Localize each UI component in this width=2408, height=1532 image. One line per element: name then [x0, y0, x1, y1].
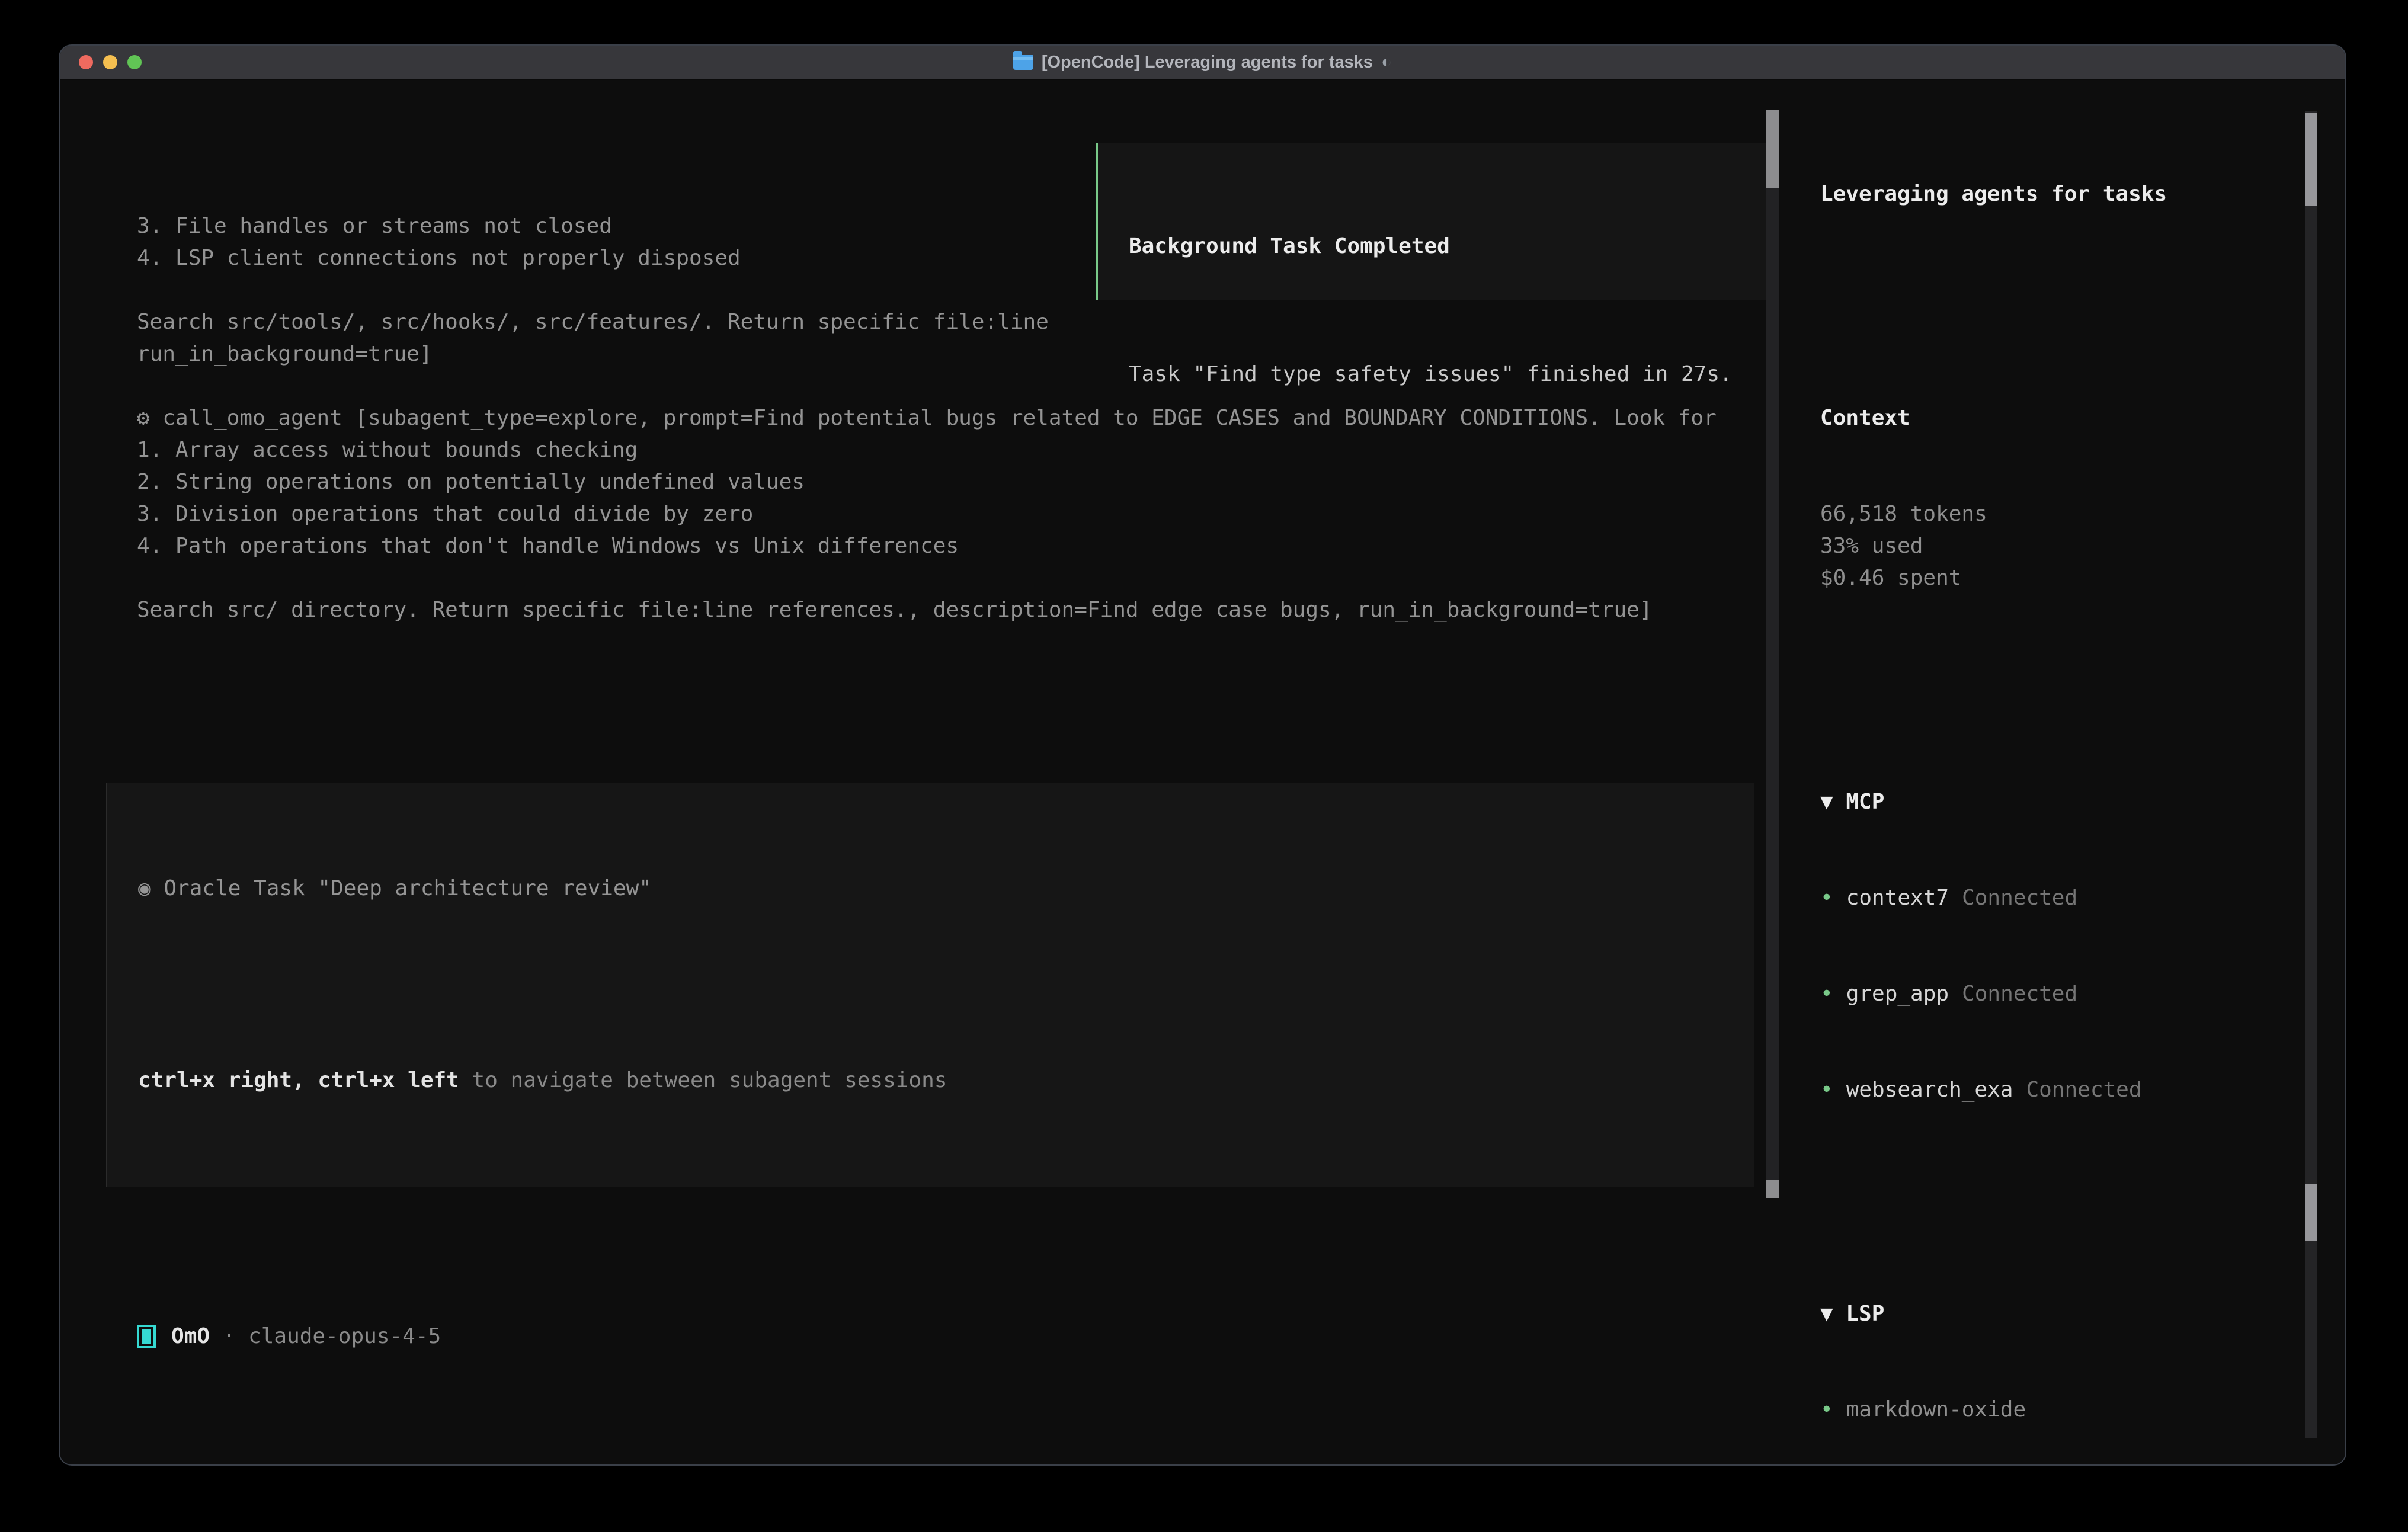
lsp-section-heading[interactable]: ▼ LSP: [1820, 1298, 2304, 1330]
toast-notification[interactable]: Background Task Completed Task "Find typ…: [1096, 143, 1779, 300]
mcp-section-heading[interactable]: ▼ MCP: [1820, 786, 2304, 818]
agent-model: claude-opus-4-5: [248, 1321, 441, 1352]
terminal-window: [OpenCode] Leveraging agents for tasks ◐…: [59, 44, 2346, 1466]
sidebar-scrollbar-thumb-lower[interactable]: [2305, 1184, 2317, 1241]
status-dot-icon: •: [1820, 982, 1833, 1006]
traffic-lights: [79, 46, 142, 79]
mcp-item: •context7Connected: [1820, 882, 2304, 914]
session-sidebar: Leveraging agents for tasks Context 66,5…: [1820, 81, 2304, 1466]
status-dot-icon: •: [1820, 886, 1833, 910]
oracle-task-box: ◉ Oracle Task "Deep architecture review"…: [106, 783, 1754, 1187]
status-dot-icon: •: [1820, 1398, 1833, 1422]
main-scrollbar-cap[interactable]: [1766, 1180, 1779, 1198]
context-heading: Context: [1820, 402, 2304, 434]
sidebar-scrollbar-thumb[interactable]: [2305, 113, 2317, 206]
session-title: Leveraging agents for tasks: [1820, 178, 2304, 210]
mcp-item: •grep_appConnected: [1820, 978, 2304, 1010]
status-dot-icon: •: [1820, 1078, 1833, 1102]
minimize-button[interactable]: [103, 55, 117, 69]
sidebar-scrollbar[interactable]: [2305, 111, 2317, 1438]
oracle-task-hint: ctrl+x right, ctrl+x left to navigate be…: [138, 1065, 1754, 1097]
oracle-task-title: ◉ Oracle Task "Deep architecture review": [138, 873, 1754, 905]
toast-body: Task "Find type safety issues" finished …: [1129, 358, 1776, 390]
window-titlebar[interactable]: [OpenCode] Leveraging agents for tasks ◐: [60, 46, 2345, 80]
window-title-text: [OpenCode] Leveraging agents for tasks: [1042, 53, 1373, 72]
agent-session-header[interactable]: OmO · claude-opus-4-5: [106, 1321, 1785, 1352]
agent-separator: ·: [210, 1321, 248, 1352]
fullscreen-button[interactable]: [127, 55, 142, 69]
main-scrollbar-thumb[interactable]: [1766, 110, 1779, 188]
toast-title: Background Task Completed: [1129, 230, 1776, 262]
spacer: [138, 969, 1754, 1001]
context-stats: 66,518 tokens33% used$0.46 spent: [1820, 498, 2304, 594]
moon-icon: ◐: [1381, 52, 1392, 72]
keybinding-text: ctrl+x right, ctrl+x left: [138, 1068, 459, 1092]
close-button[interactable]: [79, 55, 93, 69]
agent-name: OmO: [171, 1321, 210, 1352]
folder-icon: [1013, 55, 1033, 70]
agent-square-icon: [137, 1325, 156, 1348]
main-scrollbar[interactable]: [1766, 110, 1779, 1198]
lsp-item: •markdown-oxide: [1820, 1394, 2304, 1426]
mcp-item: •websearch_exaConnected: [1820, 1074, 2304, 1106]
window-title: [OpenCode] Leveraging agents for tasks ◐: [1013, 52, 1392, 72]
